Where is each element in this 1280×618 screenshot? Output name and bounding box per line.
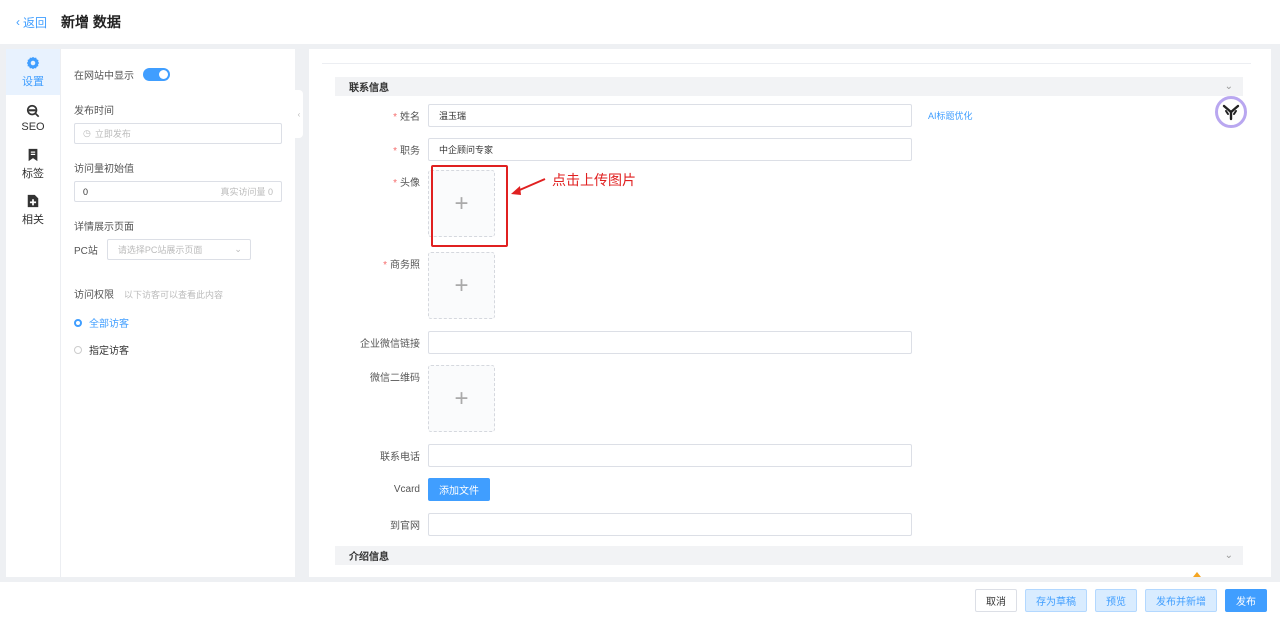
row-name: * 姓名 温玉瑞 AI标题优化 [309,104,973,127]
gear-icon [26,56,40,69]
plus-icon: + [454,384,469,412]
show-on-site-toggle[interactable] [143,68,170,81]
chevron-left-icon: ‹ [16,15,20,29]
name-input[interactable]: 温玉瑞 [428,104,912,127]
wecom-label: 企业微信链接 [360,339,420,350]
sidebar-item-tags[interactable]: 标签 [6,141,60,187]
sidebar-item-related[interactable]: 相关 [6,187,60,233]
cancel-button[interactable]: 取消 [975,588,1017,612]
row-vcard: Vcard 添加文件 [309,478,490,501]
icon-sidebar: 设置 SEO 标签 相关 [6,49,61,577]
publish-button[interactable]: 发布 [1225,588,1267,612]
chevron-down-icon: ⌄ [1224,550,1233,561]
divider [322,63,1251,64]
row-biz-photo: * 商务照 + [309,252,495,319]
phone-input[interactable] [428,444,912,467]
chevron-left-icon: ‹ [297,109,301,119]
file-add-icon [27,194,39,207]
radio-label: 全部访客 [89,319,129,330]
sidebar-item-label: SEO [21,120,45,133]
row-position: * 职务 中企顾问专家 [309,138,912,161]
page-title: 新增 数据 [61,14,121,30]
biz-photo-upload[interactable]: + [428,252,495,319]
pc-label: PC站 [74,246,98,257]
back-button[interactable]: ‹ 返回 [16,14,47,31]
ai-title-optimize-link[interactable]: AI标题优化 [928,109,973,122]
views-init-input[interactable]: 0 真实访问量 0 [74,181,282,202]
annotation-highlight-box [431,165,508,247]
publish-time-label: 发布时间 [74,106,114,117]
radio-label: 指定访客 [89,346,129,357]
footer-bar: 取消 存为草稿 预览 发布并新增 发布 [0,582,1280,618]
detail-page-label: 详情展示页面 [74,222,134,233]
biz-photo-label: * 商务照 [383,260,420,271]
radio-specific-visitors[interactable]: 指定访客 [74,342,282,357]
bookmark-icon [28,148,38,161]
sidebar-item-seo[interactable]: SEO [6,95,60,141]
sidebar-item-label: 相关 [22,213,44,226]
clock-icon: ◷ [83,128,91,138]
ai-logo-icon [1222,104,1240,121]
phone-label: 联系电话 [380,452,420,463]
views-init-label: 访问量初始值 [74,164,134,175]
row-wechat-qr: 微信二维码 + [309,365,495,432]
back-label: 返回 [23,15,48,30]
pc-row: PC站 请选择PC站展示页面 ⌄ [74,239,282,260]
publish-time-placeholder: 立即发布 [94,129,131,139]
wechat-qr-label: 微信二维码 [370,373,420,384]
annotation-arrow-icon [511,178,546,195]
views-init-value: 0 [83,186,89,197]
pc-page-select[interactable]: 请选择PC站展示页面 ⌄ [106,239,251,260]
save-draft-button[interactable]: 存为草稿 [1025,588,1087,612]
vcard-label: Vcard [393,484,420,495]
chevron-down-icon: ⌄ [1224,81,1233,92]
chevron-down-icon: ⌄ [234,244,242,254]
permission-row: 访问权限 以下访客可以查看此内容 [74,286,282,301]
radio-icon [74,318,82,327]
collapse-panel-handle[interactable]: ‹ [295,90,303,138]
sidebar-item-label: 标签 [22,167,44,180]
name-label: * 姓名 [393,112,420,123]
section-title: 介绍信息 [349,552,389,563]
add-file-button[interactable]: 添加文件 [428,478,490,501]
publish-time-input[interactable]: ◷ 立即发布 [74,123,282,144]
seo-icon [26,104,40,117]
section-intro-header[interactable]: 介绍信息 ⌄ [335,546,1243,565]
plus-icon: + [454,271,469,299]
radio-icon [74,345,82,354]
show-on-site-label: 在网站中显示 [74,71,134,82]
avatar-label: * 头像 [393,178,420,189]
sidebar-item-label: 设置 [22,75,44,88]
views-real-label: 真实访问量 0 [220,187,273,197]
permission-label: 访问权限 [74,290,114,301]
preview-button[interactable]: 预览 [1095,588,1137,612]
ai-assistant-button[interactable] [1215,96,1247,128]
sidebar-item-settings[interactable]: 设置 [6,49,60,95]
show-on-site-row: 在网站中显示 [74,67,282,82]
wechat-qr-upload[interactable]: + [428,365,495,432]
publish-and-new-button[interactable]: 发布并新增 [1145,588,1217,612]
website-input[interactable] [428,513,912,536]
position-input[interactable]: 中企顾问专家 [428,138,912,161]
main-form: 联系信息 ⌄ * 姓名 温玉瑞 AI标题优化 * 职务 中企顾问专家 * 头像 + *… [309,49,1271,577]
section-title: 联系信息 [349,83,389,94]
wecom-input[interactable] [428,331,912,354]
permission-hint: 以下访客可以查看此内容 [124,290,224,300]
row-wecom: 企业微信链接 [309,331,912,354]
radio-all-visitors[interactable]: 全部访客 [74,315,282,330]
scroll-top-marker[interactable] [1193,572,1201,577]
pc-page-placeholder: 请选择PC站展示页面 [117,245,203,255]
row-website: 到官网 [309,513,912,536]
section-contact-header[interactable]: 联系信息 ⌄ [335,77,1243,96]
row-phone: 联系电话 [309,444,912,467]
website-label: 到官网 [390,521,420,532]
settings-panel: 在网站中显示 发布时间 ◷ 立即发布 访问量初始值 0 真实访问量 0 详情展示… [61,49,295,577]
top-bar: ‹ 返回 新增 数据 [0,0,1280,44]
annotation-text: 点击上传图片 [552,172,636,188]
position-label: * 职务 [393,146,420,157]
